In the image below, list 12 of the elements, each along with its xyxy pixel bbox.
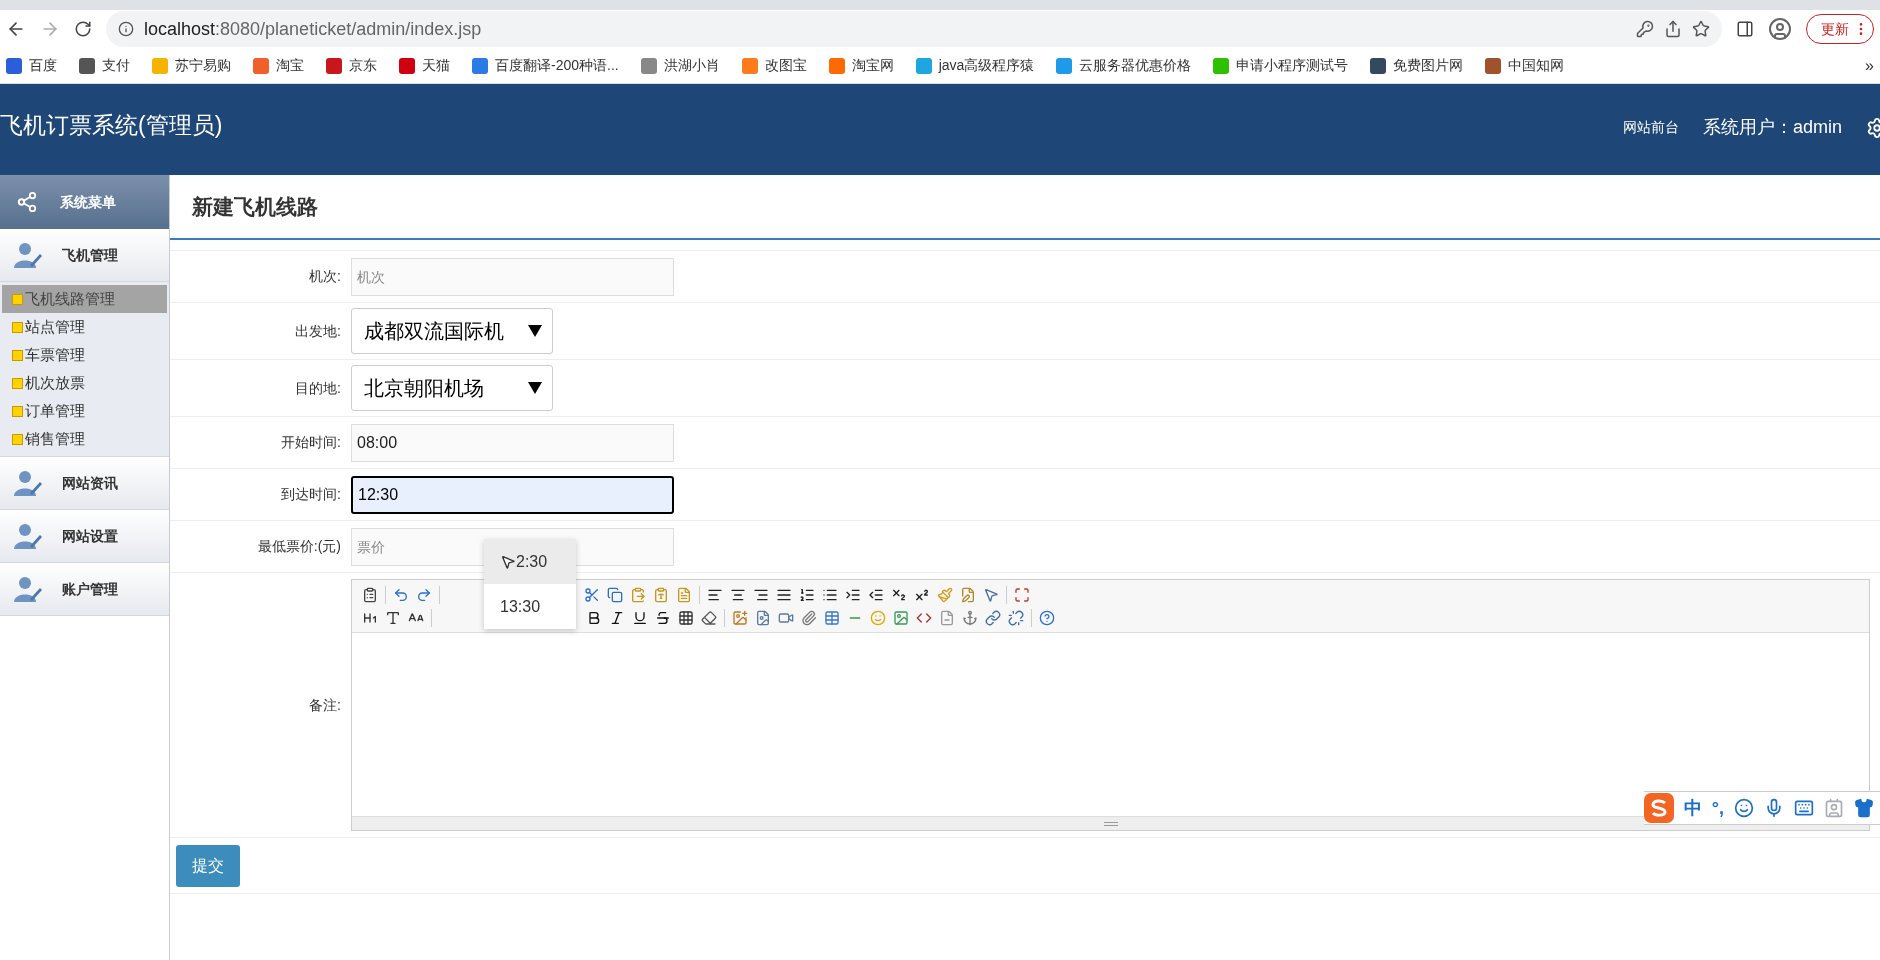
field-label: 目的地: (294, 378, 342, 398)
field-label: 到达时间: (280, 485, 342, 504)
field-label: 开始时间: (280, 433, 342, 452)
field-label: 最低票价:(元) (256, 537, 342, 556)
field-label: 机次: (308, 267, 342, 286)
sidebar-title: 系统菜单 (60, 192, 116, 212)
address-text: localhost:8080/planeticket/admin/index.jsp (144, 17, 482, 41)
page-title: 新建飞机线路 (192, 193, 318, 220)
field-label: 备注: (308, 695, 342, 715)
app-title: 飞机订票系统(管理员) (0, 111, 223, 140)
user-label: 系统用户：admin (1702, 116, 1842, 139)
field-label: 出发地: (294, 321, 342, 341)
